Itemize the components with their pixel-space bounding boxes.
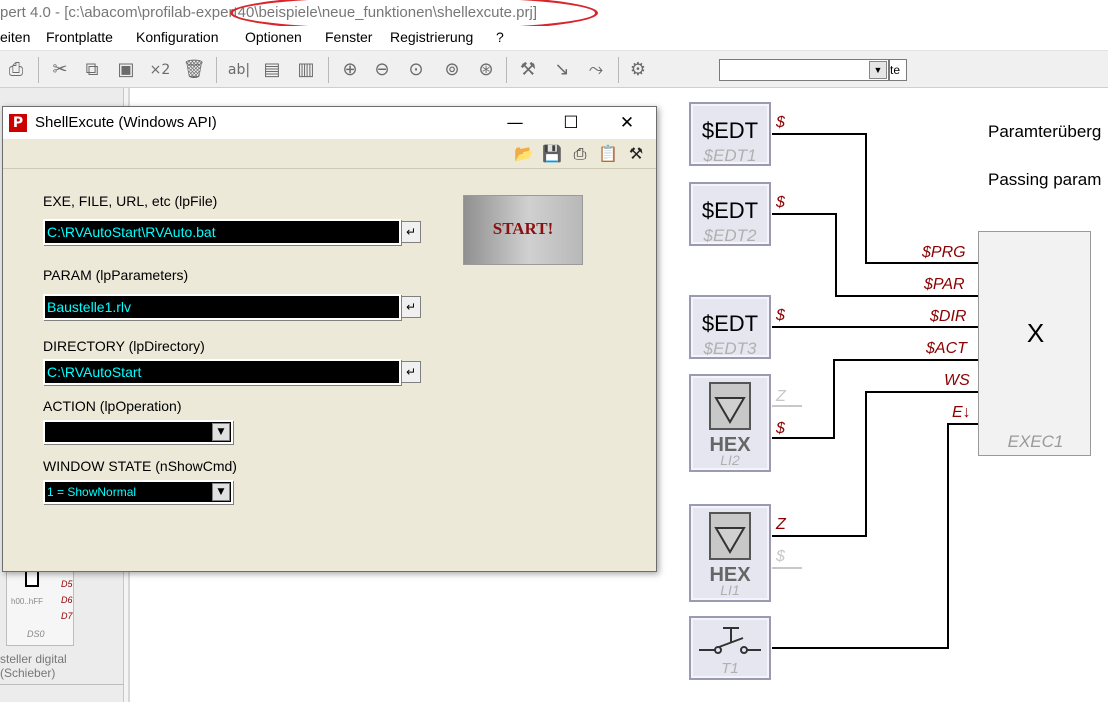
edt-name: $EDT1	[703, 146, 757, 165]
edt-text: $EDT	[701, 118, 759, 143]
tools-icon[interactable]: ⚒	[625, 144, 647, 164]
dir-value: C:\RVAutoStart	[47, 364, 142, 380]
hex-name: LI2	[720, 452, 740, 468]
edt-module-2[interactable]: $EDT $EDT2	[689, 182, 771, 246]
hex-module-li2[interactable]: HEX LI2	[689, 374, 771, 472]
param-field[interactable]: Baustelle1.rlv	[43, 294, 401, 320]
edt-text: $EDT	[701, 311, 759, 336]
profilab-logo-icon: P	[9, 114, 27, 132]
edt-name: $EDT3	[703, 339, 757, 358]
print-icon[interactable]: ⎙	[569, 144, 591, 164]
param-enter-button[interactable]: ↵	[401, 296, 421, 318]
action-label: ACTION (lpOperation)	[43, 398, 182, 414]
exec-pin-prg: $PRG	[922, 244, 966, 261]
li2-pin-s: $	[776, 420, 785, 437]
edt-text: $EDT	[701, 198, 759, 223]
exec-symbol: X	[1026, 318, 1045, 348]
file-label: EXE, FILE, URL, etc (lpFile)	[43, 193, 218, 209]
edt-name: $EDT2	[703, 226, 757, 245]
edt2-pin: $	[776, 194, 785, 211]
edt-module-1[interactable]: $EDT $EDT1	[689, 102, 771, 166]
chevron-down-icon[interactable]: ▼	[212, 423, 230, 441]
exec-block[interactable]: X EXEC1	[978, 231, 1091, 456]
dialog-title-bar[interactable]: P ShellExcute (Windows API) — ☐ ✕	[3, 107, 656, 139]
param-label: PARAM (lpParameters)	[43, 267, 189, 283]
window-state-dropdown[interactable]: 1 = ShowNormal ▼	[43, 480, 233, 504]
shellexecute-dialog[interactable]: P ShellExcute (Windows API) — ☐ ✕ 📂 💾 ⎙ …	[2, 106, 657, 572]
clipboard-icon[interactable]: 📋	[597, 144, 619, 164]
dialog-title: ShellExcute (Windows API)	[35, 114, 217, 131]
note-de: Paramterüberg	[988, 122, 1102, 141]
file-value: C:\RVAutoStart\RVAuto.bat	[47, 224, 216, 240]
switch-name: T1	[721, 660, 739, 677]
li1-pin-s: $	[776, 548, 785, 565]
dialog-toolbar: 📂 💾 ⎙ 📋 ⚒	[3, 139, 656, 169]
switch-icon	[699, 627, 761, 654]
dir-enter-button[interactable]: ↵	[401, 361, 421, 383]
edt-module-3[interactable]: $EDT $EDT3	[689, 295, 771, 359]
close-button[interactable]: ✕	[607, 109, 647, 137]
window-state-label: WINDOW STATE (nShowCmd)	[43, 458, 237, 474]
exec-pin-ws: WS	[944, 372, 970, 389]
param-value: Baustelle1.rlv	[47, 299, 132, 315]
edt3-pin: $	[776, 307, 785, 324]
dir-field[interactable]: C:\RVAutoStart	[43, 359, 401, 385]
note-en: Passing param	[988, 170, 1102, 189]
open-folder-icon[interactable]: 📂	[513, 144, 535, 164]
li1-pin-z: Z	[776, 516, 786, 533]
window-state-value: 1 = ShowNormal	[47, 485, 137, 499]
switch-module-t1[interactable]: T1	[689, 616, 771, 680]
chevron-down-icon[interactable]: ▼	[212, 483, 230, 501]
file-field[interactable]: C:\RVAutoStart\RVAuto.bat	[43, 219, 401, 245]
hex-module-li1[interactable]: HEX LI1	[689, 504, 771, 602]
exec-pin-dir: $DIR	[930, 308, 967, 325]
maximize-button[interactable]: ☐	[551, 109, 591, 137]
exec-pin-act: $ACT	[926, 340, 967, 357]
exec-pin-par: $PAR	[924, 276, 965, 293]
exec-name: EXEC1	[1007, 432, 1064, 451]
minimize-button[interactable]: —	[495, 109, 535, 137]
dir-label: DIRECTORY (lpDirectory)	[43, 338, 205, 354]
triangle-icon	[709, 512, 751, 560]
li2-pin-z: Z	[776, 388, 786, 405]
hex-name: LI1	[720, 582, 740, 598]
exec-pin-e: E↓	[952, 404, 971, 421]
start-button[interactable]: START!	[463, 195, 583, 265]
edt1-pin: $	[776, 114, 785, 131]
save-icon[interactable]: 💾	[541, 144, 563, 164]
file-enter-button[interactable]: ↵	[401, 221, 421, 243]
action-dropdown[interactable]: ▼	[43, 420, 233, 444]
triangle-icon	[709, 382, 751, 430]
